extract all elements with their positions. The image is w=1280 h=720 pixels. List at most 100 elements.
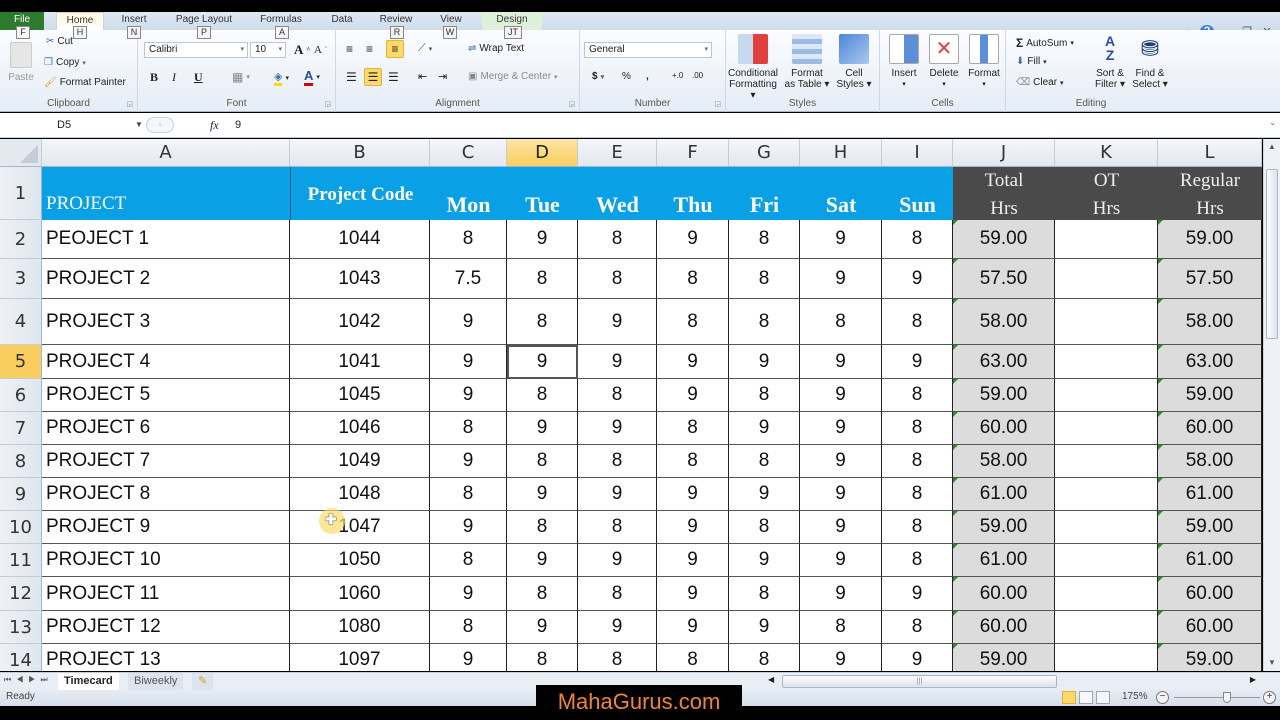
cell-hours[interactable]: 9 [430,644,507,671]
cell-hours[interactable]: 9 [729,611,800,644]
cell-project-code[interactable]: 1043 [290,259,430,299]
cell-hours[interactable]: 8 [800,299,882,345]
cell-project[interactable]: PROJECT 2 [42,259,290,299]
increase-decimal-button[interactable]: +.0 [672,71,683,80]
cell-hours[interactable]: 8 [882,379,953,412]
cell-project[interactable]: PROJECT 9 [42,511,290,544]
row-header[interactable]: 9 [0,478,42,511]
spreadsheet-grid[interactable]: A B C D E F G H I J K L 1 PROJECT Project Code Mon Tue We… [0,139,1262,671]
column-header-i[interactable]: I [882,139,953,167]
align-middle-button[interactable]: ≡ [366,42,373,56]
cell-hours[interactable]: 8 [882,611,953,644]
cell-regular-hrs[interactable]: 60.00 [1158,611,1262,644]
cut-button[interactable]: ✂ Cut [46,36,73,47]
cell-hours[interactable]: 9 [800,379,882,412]
cell-total-hrs[interactable]: 60.00 [953,577,1055,611]
cell-regular-hrs[interactable]: 60.00 [1158,577,1262,611]
cell-hours[interactable]: 9 [507,412,578,445]
cell-hours[interactable]: 9 [882,577,953,611]
column-header-a[interactable]: A [42,139,290,167]
font-size-select[interactable]: 10 ▾ [250,42,286,58]
cell-hours[interactable]: 7.5 [430,259,507,299]
cell-total-hrs[interactable]: 61.00 [953,544,1055,577]
dialog-launcher-icon[interactable]: ◲ [714,100,721,108]
cell-hours[interactable]: 9 [578,611,657,644]
zoom-slider-track[interactable] [1174,697,1260,698]
cell-project-code[interactable]: 1050 [290,544,430,577]
cell-ot-hrs[interactable] [1055,220,1158,259]
cell-hours[interactable]: 9 [800,259,882,299]
zoom-out-icon[interactable]: − [1156,691,1169,704]
cell-regular-hrs[interactable]: 58.00 [1158,299,1262,345]
row-header[interactable]: 7 [0,412,42,445]
cell-hours[interactable]: 8 [729,259,800,299]
cell-hours[interactable]: 8 [430,412,507,445]
cell-hours[interactable]: 9 [430,345,507,379]
format-as-table-button[interactable]: Format as Table ▾ [784,34,830,90]
cell-hours[interactable]: 8 [729,220,800,259]
insert-sheet-icon[interactable]: ✎ [192,673,214,690]
row-header[interactable]: 3 [0,259,42,299]
scroll-right-icon[interactable]: ▶ [1250,675,1256,684]
cell-hours[interactable]: 8 [729,445,800,478]
format-cells-button[interactable]: Format ▾ [964,34,1004,90]
row-header[interactable]: 11 [0,544,42,577]
row-header[interactable]: 8 [0,445,42,478]
cell-project[interactable]: PROJECT 4 [42,345,290,379]
font-color-button[interactable]: A ▾ [304,68,320,86]
scroll-down-icon[interactable]: ▼ [1264,655,1280,671]
shrink-font-button[interactable]: Aˇ [314,44,327,56]
cell-total-hrs[interactable]: 59.00 [953,511,1055,544]
header-day-sat[interactable]: Sat [800,167,882,220]
cell-total-hrs[interactable]: 60.00 [953,412,1055,445]
header-regular-hrs[interactable]: Regular Hrs [1158,167,1262,220]
cell-hours[interactable]: 8 [507,259,578,299]
row-header[interactable]: 6 [0,379,42,412]
cell-hours[interactable]: 9 [800,445,882,478]
clear-button[interactable]: ⌫ Clear ▾ [1016,77,1064,88]
header-project-code[interactable]: Project Code [290,167,430,220]
cell-ot-hrs[interactable] [1055,345,1158,379]
cell-hours[interactable]: 8 [800,611,882,644]
row-header[interactable]: 12 [0,577,42,611]
cell-project[interactable]: PROJECT 6 [42,412,290,445]
header-day-thu[interactable]: Thu [657,167,729,220]
header-day-fri[interactable]: Fri [729,167,800,220]
cell-hours[interactable]: 8 [882,478,953,511]
delete-cells-button[interactable]: ✕ Delete ▾ [924,34,964,90]
cell-hours[interactable]: 8 [578,445,657,478]
cell-hours[interactable]: 9 [430,379,507,412]
cell-project-code[interactable]: 1048 [290,478,430,511]
row-header[interactable]: 5 [0,345,42,379]
cell-hours[interactable]: 8 [729,379,800,412]
cell-project-code[interactable]: 1080 [290,611,430,644]
cell-ot-hrs[interactable] [1055,544,1158,577]
sheet-tab-timecard[interactable]: Timecard [58,673,119,690]
cell-project[interactable]: PROJECT 3 [42,299,290,345]
cell-hours[interactable]: 9 [800,412,882,445]
orientation-button[interactable]: ⟋ ▾ [418,42,432,55]
cell-hours[interactable]: 9 [657,478,729,511]
cell-project-code[interactable]: 1045 [290,379,430,412]
cell-ot-hrs[interactable] [1055,644,1158,671]
row-header[interactable]: 13 [0,611,42,644]
column-header-e[interactable]: E [578,139,657,167]
vertical-scroll-thumb[interactable] [1266,169,1278,339]
zoom-in-icon[interactable]: + [1263,691,1276,704]
cell-project-code[interactable]: 1044 [290,220,430,259]
cell-styles-button[interactable]: Cell Styles ▾ [832,34,876,90]
cell-hours[interactable]: 9 [657,379,729,412]
header-project[interactable]: PROJECT [42,167,290,220]
align-center-button[interactable]: ☰ [364,68,382,86]
cell-regular-hrs[interactable]: 59.00 [1158,220,1262,259]
horizontal-scroll-thumb[interactable]: ||| [782,675,1057,688]
cell-regular-hrs[interactable]: 63.00 [1158,345,1262,379]
cell-hours[interactable]: 9 [657,220,729,259]
cell-hours[interactable]: 9 [578,478,657,511]
cell-hours[interactable]: 9 [882,644,953,671]
cell-hours[interactable]: 8 [507,511,578,544]
cell-hours[interactable]: 9 [507,345,578,379]
cell-hours[interactable]: 9 [507,544,578,577]
cell-hours[interactable]: 9 [507,611,578,644]
name-box[interactable]: D5 [0,115,146,135]
